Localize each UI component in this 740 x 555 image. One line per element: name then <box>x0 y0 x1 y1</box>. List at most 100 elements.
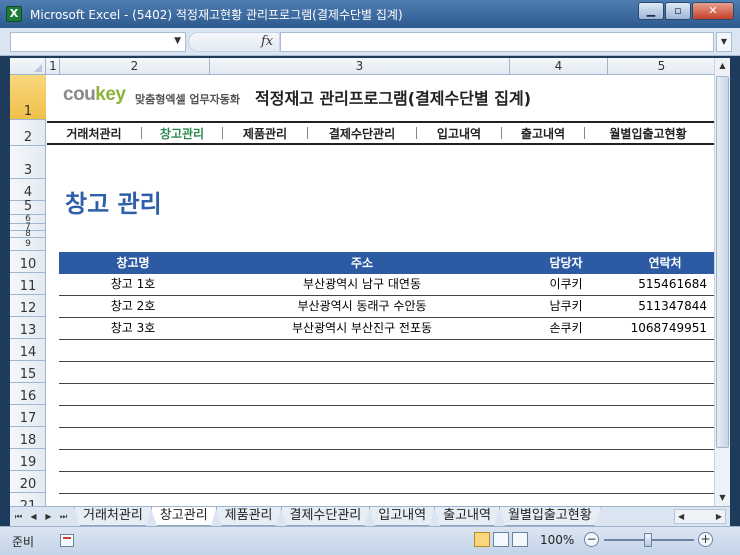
zoom-out-button[interactable]: − <box>584 532 599 547</box>
row-header-10[interactable]: 10 <box>10 251 46 273</box>
warehouse-name-cell[interactable]: 창고 1호 <box>59 274 207 295</box>
row-header-bar: 1 2 3 4 5 6 7 8 9 10 11 12 13 14 15 16 1… <box>10 75 46 506</box>
column-header-2[interactable]: 2 <box>60 58 210 75</box>
sheet-tab-bar: ⏮ ◀ ▶ ⏭ 거래처관리 창고관리 제품관리 결제수단관리 입고내역 출고내역… <box>10 506 730 526</box>
menu-item-monthly[interactable]: 월별입출고현황 <box>585 125 711 142</box>
macro-record-icon[interactable] <box>60 534 74 547</box>
prev-sheet-icon[interactable]: ◀ <box>27 509 40 524</box>
table-row-empty[interactable] <box>59 428 715 450</box>
next-sheet-icon[interactable]: ▶ <box>42 509 55 524</box>
tab-warehouse[interactable]: 창고관리 <box>151 507 217 526</box>
menu-item-outbound[interactable]: 출고내역 <box>502 125 584 142</box>
contact-cell[interactable]: 1068749951 <box>615 318 715 339</box>
tab-client[interactable]: 거래처관리 <box>74 507 152 526</box>
tab-inbound[interactable]: 입고내역 <box>369 507 435 526</box>
page-break-view-button[interactable] <box>512 532 528 547</box>
warehouse-name-cell[interactable]: 창고 2호 <box>59 296 207 317</box>
manager-cell[interactable]: 남쿠키 <box>517 296 615 317</box>
page-layout-view-button[interactable] <box>493 532 509 547</box>
row-header-11[interactable]: 11 <box>10 273 46 295</box>
table-row-empty[interactable] <box>59 362 715 384</box>
column-header-bar: 1 2 3 4 5 <box>10 58 730 75</box>
name-box[interactable]: ▼ <box>10 32 186 52</box>
status-ready: 준비 <box>12 535 35 549</box>
row-header-18[interactable]: 18 <box>10 427 46 449</box>
excel-icon[interactable]: X <box>6 6 22 22</box>
scroll-up-icon[interactable]: ▲ <box>715 58 730 74</box>
tab-monthly[interactable]: 월별입출고현황 <box>499 507 601 526</box>
row-header-13[interactable]: 13 <box>10 317 46 339</box>
column-header-3[interactable]: 3 <box>210 58 510 75</box>
column-header-5[interactable]: 5 <box>608 58 716 75</box>
table-row[interactable]: 창고 2호 부산광역시 동래구 수안동 남쿠키 511347844 <box>59 296 715 318</box>
column-header-4[interactable]: 4 <box>510 58 608 75</box>
chevron-down-icon[interactable]: ▼ <box>174 36 181 46</box>
cell-grid[interactable]: coukey 맞춤형엑셀 업무자동화 적정재고 관리프로그램(결제수단별 집계)… <box>47 76 715 506</box>
formula-input[interactable] <box>280 32 714 52</box>
tab-outbound[interactable]: 출고내역 <box>434 507 500 526</box>
tab-payment[interactable]: 결제수단관리 <box>281 507 371 526</box>
row-header-20[interactable]: 20 <box>10 471 46 493</box>
warehouse-name-cell[interactable]: 창고 3호 <box>59 318 207 339</box>
scroll-right-icon[interactable]: ▶ <box>716 512 722 521</box>
manager-cell[interactable]: 이쿠키 <box>517 274 615 295</box>
fx-icon[interactable]: fx <box>261 34 273 49</box>
zoom-level[interactable]: 100% <box>540 533 574 547</box>
close-button[interactable]: ✕ <box>692 2 734 20</box>
menu-item-product[interactable]: 제품관리 <box>223 125 307 142</box>
program-title: 적정재고 관리프로그램(결제수단별 집계) <box>255 89 532 108</box>
manager-cell[interactable]: 손쿠키 <box>517 318 615 339</box>
row-header-9[interactable]: 9 <box>10 238 46 251</box>
address-cell[interactable]: 부산광역시 동래구 수안동 <box>207 296 517 317</box>
table-row-empty[interactable] <box>59 384 715 406</box>
table-row-empty[interactable] <box>59 450 715 472</box>
normal-view-button[interactable] <box>474 532 490 547</box>
address-cell[interactable]: 부산광역시 부산진구 전포동 <box>207 318 517 339</box>
table-row-empty[interactable] <box>59 472 715 494</box>
formula-bar: ▼ fx ▼ <box>0 28 740 56</box>
minimize-button[interactable]: ▁ <box>638 2 664 20</box>
menu-item-client[interactable]: 거래처관리 <box>47 125 141 142</box>
maximize-button[interactable]: ▫ <box>665 2 691 20</box>
row-header-1[interactable]: 1 <box>10 75 46 120</box>
row-header-2[interactable]: 2 <box>10 120 46 146</box>
row-header-17[interactable]: 17 <box>10 405 46 427</box>
row-header-14[interactable]: 14 <box>10 339 46 361</box>
table-row[interactable]: 창고 1호 부산광역시 남구 대연동 이쿠키 515461684 <box>59 274 715 296</box>
maximize-icon: ▫ <box>674 4 682 17</box>
tab-product[interactable]: 제품관리 <box>216 507 282 526</box>
vertical-scrollbar[interactable]: ▲ ▼ <box>714 58 730 506</box>
view-buttons <box>474 532 528 547</box>
column-header-1[interactable]: 1 <box>47 58 60 75</box>
contact-cell[interactable]: 515461684 <box>615 274 715 295</box>
table-header: 창고명 주소 담당자 연락처 <box>59 252 715 274</box>
select-all-corner[interactable] <box>10 58 46 75</box>
horizontal-scrollbar[interactable]: ◀ ▶ <box>674 509 726 524</box>
last-sheet-icon[interactable]: ⏭ <box>57 509 70 524</box>
contact-cell[interactable]: 511347844 <box>615 296 715 317</box>
expand-formula-icon[interactable]: ▼ <box>716 32 732 52</box>
menu-item-inbound[interactable]: 입고내역 <box>417 125 501 142</box>
row-header-19[interactable]: 19 <box>10 449 46 471</box>
scroll-thumb[interactable] <box>716 76 729 448</box>
scroll-left-icon[interactable]: ◀ <box>678 512 684 521</box>
table-row[interactable]: 창고 3호 부산광역시 부산진구 전포동 손쿠키 1068749951 <box>59 318 715 340</box>
menu-item-warehouse[interactable]: 창고관리 <box>142 125 222 142</box>
first-sheet-icon[interactable]: ⏮ <box>12 509 25 524</box>
menu-item-payment[interactable]: 결제수단관리 <box>308 125 416 142</box>
scroll-down-icon[interactable]: ▼ <box>715 490 730 506</box>
zoom-in-button[interactable]: + <box>698 532 713 547</box>
column-warehouse-name: 창고명 <box>116 256 150 270</box>
row-header-15[interactable]: 15 <box>10 361 46 383</box>
row-header-8[interactable]: 8 <box>10 229 46 239</box>
row-header-4[interactable]: 4 <box>10 179 46 201</box>
row-header-5[interactable]: 5 <box>10 199 46 215</box>
address-cell[interactable]: 부산광역시 남구 대연동 <box>207 274 517 295</box>
table-row-empty[interactable] <box>59 406 715 428</box>
row-header-16[interactable]: 16 <box>10 383 46 405</box>
zoom-slider-thumb[interactable] <box>644 533 652 547</box>
table-row-empty[interactable] <box>59 340 715 362</box>
row-header-3[interactable]: 3 <box>10 146 46 179</box>
row-header-12[interactable]: 12 <box>10 295 46 317</box>
row-header-21[interactable]: 21 <box>10 493 46 506</box>
